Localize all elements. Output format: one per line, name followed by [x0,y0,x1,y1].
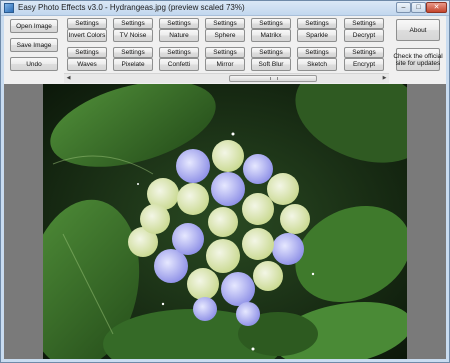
sketch-settings-button[interactable]: Settings [297,47,337,58]
sparkle-effect-button[interactable]: Sparkle [297,29,337,42]
app-window: Easy Photo Effects v3.0 - Hydrangeas.jpg… [0,0,450,363]
tv-noise-effect-button[interactable]: TV Noise [113,29,153,42]
title-bar[interactable]: Easy Photo Effects v3.0 - Hydrangeas.jpg… [1,1,449,16]
sparkle-settings-button[interactable]: Settings [297,18,337,29]
soft-blur-settings-button[interactable]: Settings [251,47,291,58]
pixelate-settings-button[interactable]: Settings [113,47,153,58]
encrypt-settings-button[interactable]: Settings [344,47,384,58]
save-image-button[interactable]: Save Image [10,38,58,52]
sphere-effect-button[interactable]: Sphere [205,29,245,42]
decrypt-effect-button[interactable]: Decrypt [344,29,384,42]
about-button[interactable]: About [396,19,440,41]
scroll-left-arrow[interactable]: ◀ [64,74,73,83]
maximize-button[interactable]: □ [411,2,426,13]
check-updates-button[interactable]: Check the official site for updates [393,48,443,71]
preview-image [43,84,407,359]
matrikx-settings-button[interactable]: Settings [251,18,291,29]
tv-noise-settings-button[interactable]: Settings [113,18,153,29]
waves-settings-button[interactable]: Settings [67,47,107,58]
waves-effect-button[interactable]: Waves [67,58,107,71]
invert-colors-effect-button[interactable]: Invert Colors [67,29,107,42]
close-button[interactable]: ✕ [426,2,447,13]
app-icon [4,3,14,13]
scroll-right-arrow[interactable]: ▶ [380,74,389,83]
window-title: Easy Photo Effects v3.0 - Hydrangeas.jpg… [18,3,245,12]
client-area: Open Image Save Image Undo Settings Inver… [4,16,446,359]
pixelate-effect-button[interactable]: Pixelate [113,58,153,71]
mirror-effect-button[interactable]: Mirror [205,58,245,71]
thumb-grip-icon [270,77,278,80]
preview-area [4,84,446,359]
horizontal-scrollbar[interactable]: ◀ ▶ [64,73,389,83]
sphere-settings-button[interactable]: Settings [205,18,245,29]
open-image-button[interactable]: Open Image [10,19,58,33]
decrypt-settings-button[interactable]: Settings [344,18,384,29]
check-updates-line1: Check the official [393,52,443,60]
mirror-settings-button[interactable]: Settings [205,47,245,58]
check-updates-line2: site for updates [395,59,441,67]
scrollbar-thumb[interactable] [229,75,317,82]
nature-settings-button[interactable]: Settings [159,18,199,29]
soft-blur-effect-button[interactable]: Soft Blur [251,58,291,71]
invert-colors-settings-button[interactable]: Settings [67,18,107,29]
confetti-settings-button[interactable]: Settings [159,47,199,58]
sketch-effect-button[interactable]: Sketch [297,58,337,71]
nature-effect-button[interactable]: Nature [159,29,199,42]
encrypt-effect-button[interactable]: Encrypt [344,58,384,71]
minimize-button[interactable]: – [396,2,411,13]
confetti-effect-button[interactable]: Confetti [159,58,199,71]
matrikx-effect-button[interactable]: Matrikx [251,29,291,42]
undo-button[interactable]: Undo [10,57,58,71]
